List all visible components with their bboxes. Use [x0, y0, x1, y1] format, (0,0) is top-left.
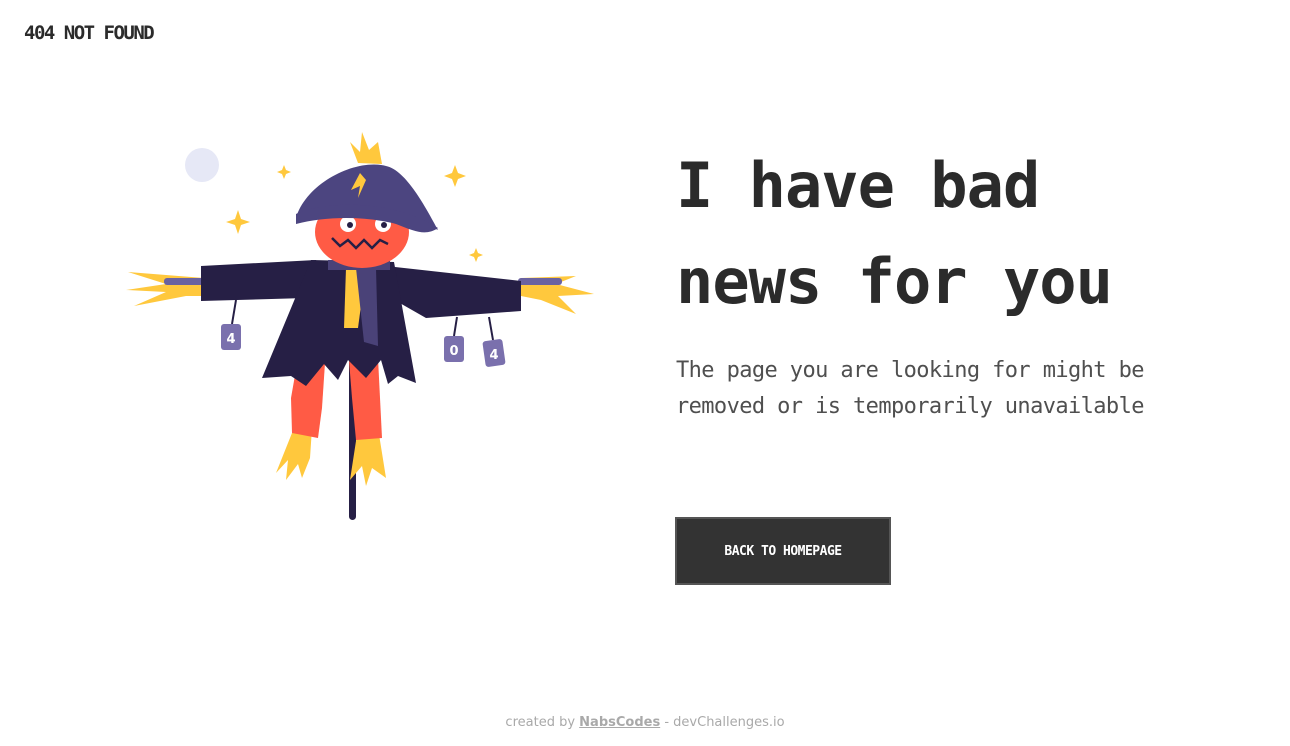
- scarecrow-illustration: 4 0 4: [126, 132, 594, 520]
- sparkle-icon: [444, 165, 466, 187]
- page-headline: I have bad news for you: [676, 138, 1113, 330]
- brand-logo[interactable]: 404 NOT FOUND: [24, 22, 155, 44]
- sparkle-icon: [469, 248, 483, 262]
- back-to-homepage-button[interactable]: BACK TO HOMEPAGE: [675, 517, 891, 585]
- moon-icon: [185, 148, 219, 182]
- headline-line-2: news for you: [676, 245, 1113, 318]
- svg-text:4: 4: [226, 332, 235, 347]
- headline-line-1: I have bad: [676, 149, 1040, 222]
- footer-suffix: - devChallenges.io: [664, 715, 785, 730]
- svg-text:4: 4: [489, 348, 498, 363]
- sparkle-icon: [226, 210, 250, 234]
- sparkle-icon: [277, 165, 291, 179]
- footer: created by NabsCodes - devChallenges.io: [0, 715, 1290, 730]
- footer-author-link[interactable]: NabsCodes: [579, 715, 660, 730]
- footer-prefix: created by: [505, 715, 576, 730]
- page-description: The page you are looking for might be re…: [676, 358, 1144, 419]
- svg-text:0: 0: [449, 344, 458, 359]
